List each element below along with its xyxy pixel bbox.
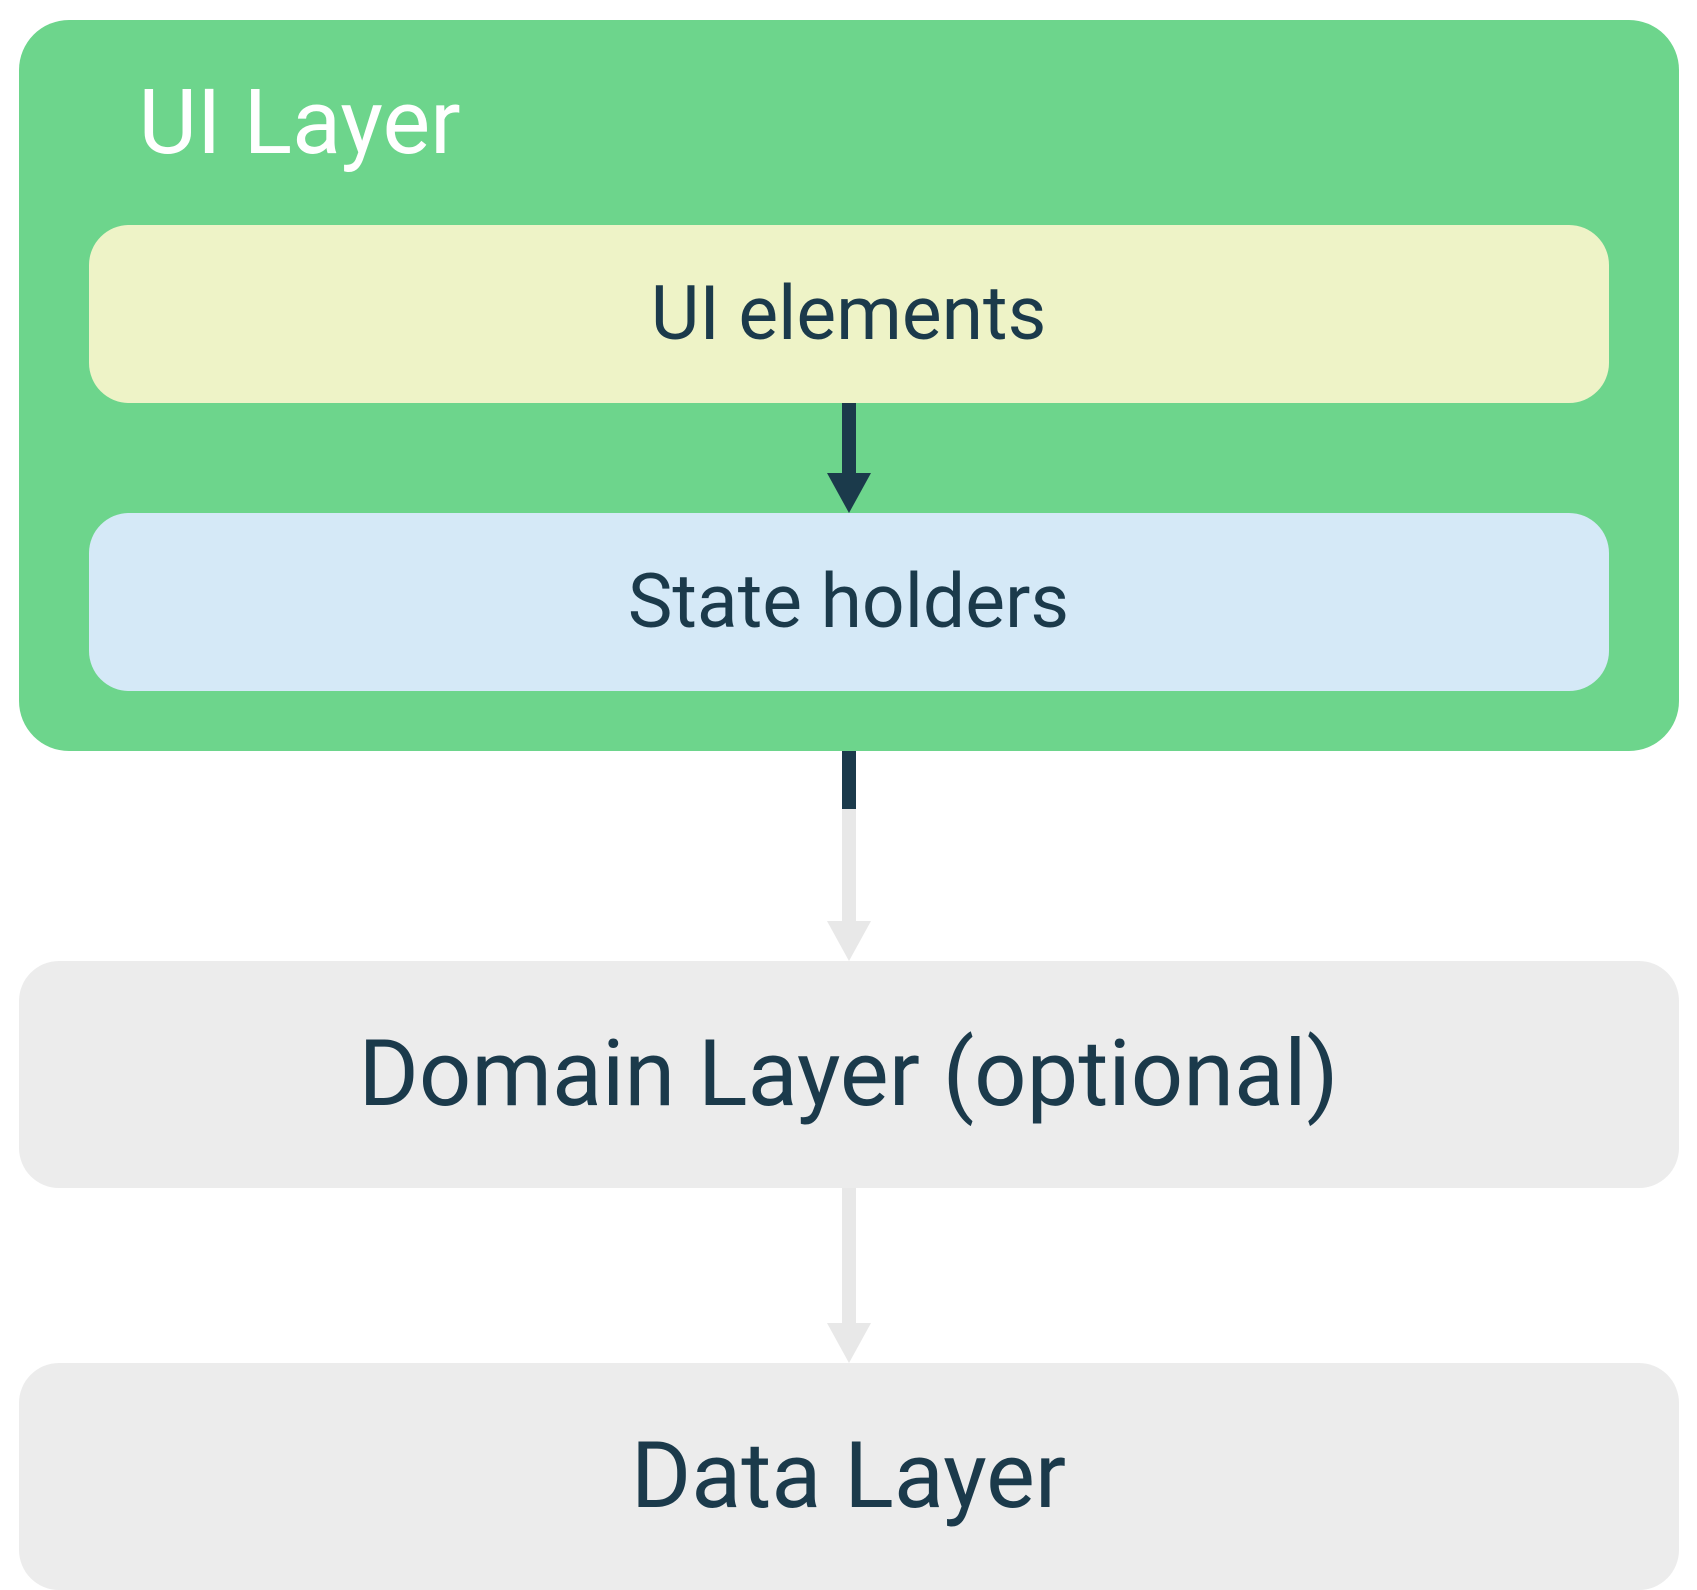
state-holders-label: State holders xyxy=(628,558,1069,646)
arrow-ui-to-state xyxy=(89,403,1609,513)
state-holders-box: State holders xyxy=(89,513,1609,691)
ui-elements-box: UI elements xyxy=(89,225,1609,403)
domain-layer-box: Domain Layer (optional) xyxy=(19,961,1679,1188)
ui-layer-box: UI Layer UI elements State holders xyxy=(19,20,1679,751)
connector-ui-to-domain xyxy=(819,751,879,961)
arrow-down-icon xyxy=(819,751,879,961)
architecture-diagram: UI Layer UI elements State holders Domai… xyxy=(20,20,1677,1590)
arrow-down-icon xyxy=(819,403,879,513)
connector-domain-to-data xyxy=(819,1188,879,1363)
ui-elements-label: UI elements xyxy=(651,270,1047,358)
arrow-down-icon xyxy=(819,1188,879,1363)
data-layer-box: Data Layer xyxy=(19,1363,1679,1590)
data-layer-label: Data Layer xyxy=(631,1423,1066,1530)
ui-layer-title: UI Layer xyxy=(139,70,1609,175)
domain-layer-label: Domain Layer (optional) xyxy=(358,1021,1338,1128)
